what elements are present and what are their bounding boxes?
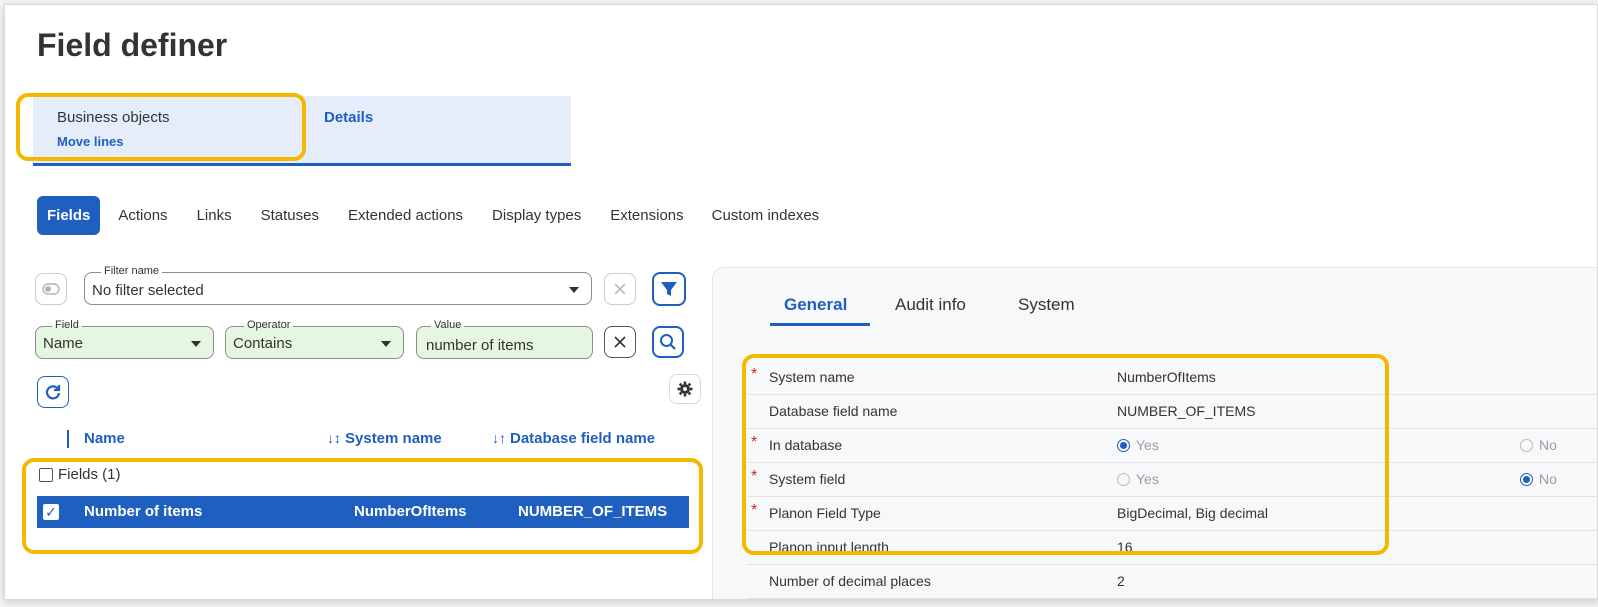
tab-general[interactable]: General: [784, 295, 847, 315]
tab-links[interactable]: Links: [197, 207, 232, 224]
property-label: Planon input length: [769, 539, 889, 555]
column-header-system-name[interactable]: ↓↕ System name: [327, 430, 442, 447]
tab-fields[interactable]: Fields: [37, 196, 101, 235]
refresh-icon: [45, 385, 61, 400]
cell-database-field-name: NUMBER_OF_ITEMS: [518, 503, 668, 520]
radio-unselected-icon: [1117, 473, 1130, 486]
property-value[interactable]: BigDecimal, Big decimal: [1117, 505, 1268, 521]
required-marker: *: [751, 468, 758, 485]
tab-extensions[interactable]: Extensions: [610, 207, 683, 224]
property-label: Database field name: [769, 403, 898, 419]
sort-icon: ↓↕: [327, 430, 341, 446]
property-label: System name: [769, 369, 855, 385]
page-title: Field definer: [37, 27, 228, 63]
group-checkbox[interactable]: [39, 467, 53, 482]
close-icon: [614, 283, 626, 295]
row-checkbox[interactable]: ✓: [43, 504, 59, 520]
field-value: Name: [43, 335, 84, 352]
filter-name-label: Filter name: [101, 264, 163, 278]
radio-yes[interactable]: Yes: [1117, 437, 1159, 453]
property-value[interactable]: 16: [1117, 539, 1133, 555]
filter-toggle[interactable]: [35, 273, 67, 305]
cell-system-name: NumberOfItems: [354, 503, 467, 520]
filter-name-value: No filter selected: [92, 282, 204, 299]
chevron-down-icon: [191, 341, 201, 347]
tab-statuses[interactable]: Statuses: [261, 207, 319, 224]
funnel-icon: [661, 282, 677, 296]
value-input[interactable]: Value number of items: [416, 318, 593, 359]
toggle-icon: [42, 283, 60, 295]
sort-icon: ↓↑: [492, 430, 506, 446]
property-row-planon-input-length: Planon input length 16: [747, 531, 1597, 565]
move-lines-link[interactable]: Move lines: [57, 134, 170, 149]
active-tab-indicator: [770, 323, 870, 326]
property-value[interactable]: NumberOfItems: [1117, 369, 1216, 385]
ribbon-tab-business-objects[interactable]: Business objects Move lines: [57, 109, 170, 149]
column-header-name[interactable]: Name: [84, 430, 125, 447]
value-label: Value: [431, 318, 465, 332]
refresh-button[interactable]: [37, 376, 69, 408]
property-label: In database: [769, 437, 843, 453]
property-row-database-field-name: Database field name NUMBER_OF_ITEMS: [747, 395, 1597, 429]
search-field-select[interactable]: Field Name: [35, 318, 214, 359]
gear-icon: [677, 381, 693, 397]
property-value[interactable]: 2: [1117, 573, 1125, 589]
settings-button[interactable]: [669, 374, 701, 404]
radio-yes[interactable]: Yes: [1117, 471, 1159, 487]
radio-selected-icon: [1117, 439, 1130, 452]
radio-unselected-icon: [1520, 439, 1533, 452]
property-value[interactable]: NUMBER_OF_ITEMS: [1117, 403, 1255, 419]
operator-value: Contains: [233, 335, 293, 352]
radio-selected-icon: [1520, 473, 1533, 486]
property-row-planon-field-type: * Planon Field Type BigDecimal, Big deci…: [747, 497, 1597, 531]
radio-no[interactable]: No: [1520, 437, 1557, 453]
close-icon: [614, 336, 626, 348]
app-frame: Field definer Business objects Move line…: [4, 4, 1598, 600]
tab-display-types[interactable]: Display types: [492, 207, 581, 224]
column-header-database-field-name[interactable]: ↓↑ Database field name: [492, 430, 655, 447]
property-row-system-field: * System field Yes No: [747, 463, 1597, 497]
operator-label: Operator: [244, 318, 294, 332]
ribbon-tab-details[interactable]: Details: [324, 109, 373, 126]
field-label: Field: [52, 318, 82, 332]
cell-name: Number of items: [84, 503, 203, 520]
column-separator: [67, 430, 69, 448]
required-marker: *: [751, 502, 758, 519]
group-label: Fields (1): [58, 466, 121, 483]
column-header-label: Database field name: [510, 430, 656, 447]
tab-audit-info[interactable]: Audit info: [895, 295, 966, 315]
property-row-number-of-decimal-places: Number of decimal places 2: [747, 565, 1597, 599]
clear-filter-button[interactable]: [604, 273, 636, 305]
tab-system[interactable]: System: [1018, 295, 1075, 315]
chevron-down-icon: [569, 287, 579, 293]
search-button[interactable]: [652, 326, 684, 358]
clear-search-button[interactable]: [604, 326, 636, 358]
property-label: System field: [769, 471, 846, 487]
required-marker: *: [751, 434, 758, 451]
operator-select[interactable]: Operator Contains: [225, 318, 404, 359]
chevron-down-icon: [381, 341, 391, 347]
property-row-in-database: * In database Yes No: [747, 429, 1597, 463]
property-row-system-name: * System name NumberOfItems: [747, 361, 1597, 395]
required-marker: *: [751, 366, 758, 383]
radio-no[interactable]: No: [1520, 471, 1557, 487]
group-row[interactable]: Fields (1): [39, 466, 121, 483]
tab-actions[interactable]: Actions: [118, 207, 167, 224]
search-icon: [660, 334, 676, 350]
tab-extended-actions[interactable]: Extended actions: [348, 207, 463, 224]
subtab-bar: Fields Actions Links Statuses Extended a…: [37, 196, 848, 235]
filter-name-select[interactable]: Filter name No filter selected: [84, 264, 592, 305]
ribbon: Business objects Move lines Details: [33, 96, 571, 166]
column-header-label: System name: [345, 430, 442, 447]
table-row[interactable]: ✓ Number of items NumberOfItems NUMBER_O…: [37, 496, 689, 528]
ribbon-tab-label: Business objects: [57, 109, 170, 126]
value-text: number of items: [426, 337, 534, 354]
filter-button[interactable]: [652, 272, 686, 306]
property-label: Number of decimal places: [769, 573, 931, 589]
tab-custom-indexes[interactable]: Custom indexes: [712, 207, 820, 224]
property-label: Planon Field Type: [769, 505, 881, 521]
